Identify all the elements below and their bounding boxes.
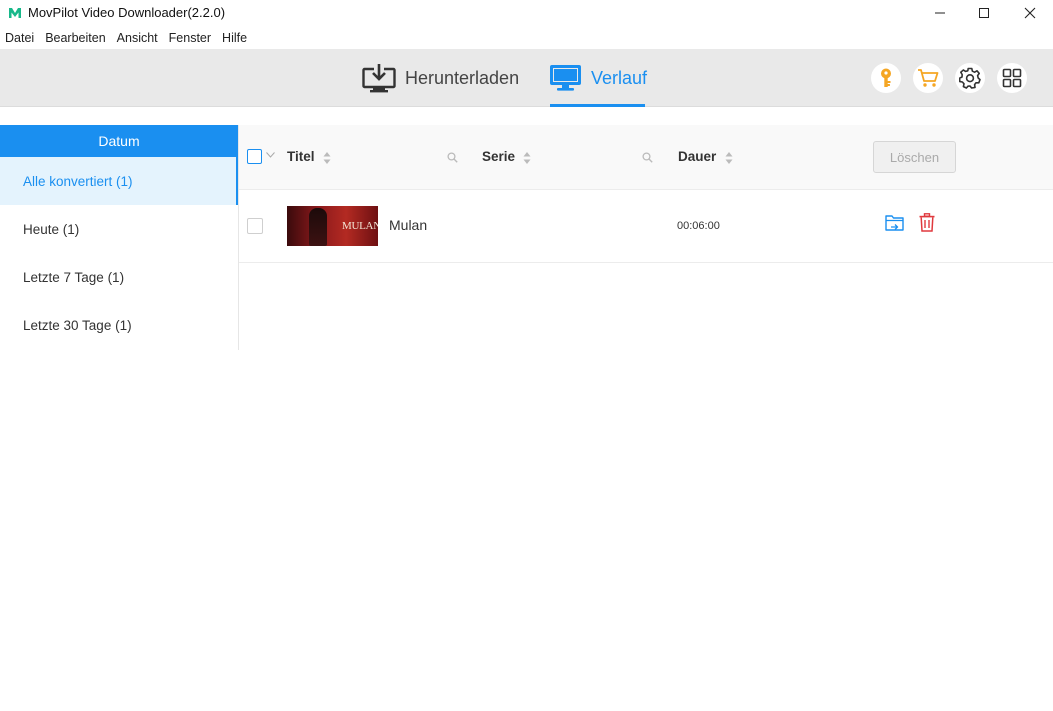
- row-title: Mulan: [389, 217, 428, 233]
- sort-icon[interactable]: [725, 151, 733, 165]
- column-duration-header[interactable]: Dauer: [678, 149, 716, 164]
- row-duration: 00:06:00: [677, 220, 720, 232]
- grid-icon: [1002, 68, 1022, 88]
- maximize-button[interactable]: [961, 0, 1007, 26]
- key-icon: [881, 68, 891, 87]
- table-row[interactable]: MULAN Mulan 00:06:00: [239, 190, 1053, 263]
- sidebar-item-last-30-days[interactable]: Letzte 30 Tage (1): [0, 301, 238, 349]
- sidebar-item-last-7-days[interactable]: Letzte 7 Tage (1): [0, 253, 238, 301]
- sidebar-item-today[interactable]: Heute (1): [0, 205, 238, 253]
- app-logo-icon: [9, 8, 21, 18]
- menu-bar: Datei Bearbeiten Ansicht Fenster Hilfe: [0, 28, 253, 48]
- gear-icon: [959, 67, 981, 89]
- menu-ansicht[interactable]: Ansicht: [112, 28, 164, 48]
- minimize-button[interactable]: [917, 0, 963, 26]
- menu-fenster[interactable]: Fenster: [164, 28, 217, 48]
- column-series-header[interactable]: Serie: [482, 149, 515, 164]
- menu-hilfe[interactable]: Hilfe: [217, 28, 253, 48]
- apps-button[interactable]: [997, 63, 1027, 93]
- sidebar-header: Datum: [0, 125, 238, 157]
- window-title: MovPilot Video Downloader(2.2.0): [28, 5, 226, 20]
- table-header: Titel Serie Dauer Löschen: [239, 125, 1053, 190]
- tab-download-label: Herunterladen: [405, 67, 520, 88]
- video-thumbnail: MULAN: [287, 206, 378, 246]
- close-icon: [1024, 7, 1036, 19]
- sort-icon[interactable]: [323, 151, 331, 165]
- monitor-icon: [550, 65, 581, 91]
- title-bar: MovPilot Video Downloader(2.2.0): [0, 0, 1053, 26]
- maximize-icon: [979, 8, 989, 18]
- minimize-icon: [935, 12, 945, 14]
- menu-datei[interactable]: Datei: [0, 28, 40, 48]
- row-checkbox[interactable]: [247, 218, 263, 234]
- close-button[interactable]: [1007, 0, 1053, 26]
- tab-history[interactable]: Verlauf: [549, 49, 647, 107]
- date-filter-sidebar: Datum Alle konvertiert (1) Heute (1) Let…: [0, 125, 239, 350]
- sort-icon[interactable]: [523, 151, 531, 165]
- thumbnail-figure: [309, 208, 327, 246]
- download-icon: [362, 63, 396, 93]
- active-tab-indicator: [550, 104, 645, 107]
- open-folder-icon[interactable]: [885, 214, 904, 231]
- delete-button[interactable]: Löschen: [873, 141, 956, 173]
- license-button[interactable]: [871, 63, 901, 93]
- menu-bearbeiten[interactable]: Bearbeiten: [40, 28, 111, 48]
- tab-download[interactable]: Herunterladen: [362, 49, 519, 107]
- shop-button[interactable]: [913, 63, 943, 93]
- settings-button[interactable]: [955, 63, 985, 93]
- thumbnail-title-text: MULAN: [342, 220, 378, 232]
- trash-icon[interactable]: [919, 213, 935, 232]
- search-icon[interactable]: [447, 152, 458, 163]
- chevron-down-icon[interactable]: [266, 152, 275, 158]
- column-title-header[interactable]: Titel: [287, 149, 315, 164]
- sidebar-item-all-converted[interactable]: Alle konvertiert (1): [0, 157, 238, 205]
- search-icon[interactable]: [642, 152, 653, 163]
- cart-icon: [918, 69, 939, 87]
- tab-history-label: Verlauf: [591, 67, 648, 88]
- select-all-checkbox[interactable]: [247, 149, 262, 164]
